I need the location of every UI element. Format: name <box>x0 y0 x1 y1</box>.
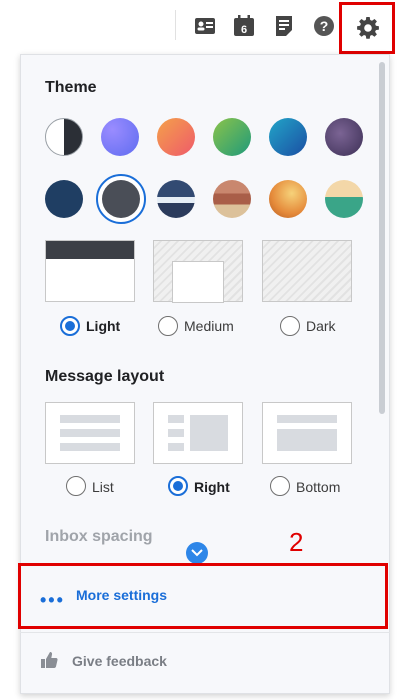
theme-dark-radio[interactable] <box>280 316 300 336</box>
footer-divider <box>20 632 390 633</box>
inbox-spacing-heading: Inbox spacing <box>45 528 153 545</box>
theme-swatch-lighthouse[interactable] <box>325 180 363 218</box>
light-preview-header <box>46 241 134 259</box>
theme-light-label: Light <box>86 318 121 334</box>
theme-swatch-green[interactable] <box>213 118 251 156</box>
svg-text:?: ? <box>320 18 329 34</box>
theme-dark-preview[interactable] <box>262 240 352 302</box>
list-preview-bar <box>60 429 120 437</box>
gear-highlight-box <box>339 2 395 54</box>
notes-icon[interactable] <box>272 14 296 38</box>
list-preview-bar <box>60 415 120 423</box>
contact-card-icon[interactable] <box>193 14 217 38</box>
help-icon[interactable]: ? <box>312 14 336 38</box>
more-settings-highlight-box <box>18 563 388 629</box>
layout-list-preview[interactable] <box>45 402 135 464</box>
theme-medium-radio[interactable] <box>158 316 178 336</box>
calendar-day: 6 <box>241 24 247 36</box>
right-preview-bar <box>168 429 184 437</box>
bottom-preview-bar <box>277 415 337 423</box>
right-preview-bar <box>168 415 184 423</box>
layout-right-radio[interactable] <box>168 476 188 496</box>
theme-swatch-kangaroo[interactable] <box>269 180 307 218</box>
give-feedback-button[interactable]: Give feedback <box>72 653 167 669</box>
thumbs-up-icon[interactable] <box>40 651 58 674</box>
scrollbar[interactable] <box>379 62 385 414</box>
list-preview-bar <box>60 443 120 451</box>
theme-medium-preview[interactable] <box>153 240 243 303</box>
theme-swatch-purple[interactable] <box>325 118 363 156</box>
right-preview-pane <box>190 415 228 451</box>
top-bar-divider <box>175 10 176 40</box>
layout-bottom-radio[interactable] <box>270 476 290 496</box>
theme-swatch-dark-gray[interactable] <box>102 180 140 218</box>
layout-bottom-preview[interactable] <box>262 402 352 464</box>
layout-right-label: Right <box>194 479 230 495</box>
theme-swatch-sunset[interactable] <box>157 118 195 156</box>
theme-swatch-desert[interactable] <box>213 180 251 218</box>
annotation-2: 2 <box>289 527 304 557</box>
layout-bottom-label: Bottom <box>296 479 341 495</box>
theme-light-radio[interactable] <box>60 316 80 336</box>
theme-swatch-ocean[interactable] <box>269 118 307 156</box>
chevron-down-icon[interactable] <box>186 542 208 564</box>
message-layout-heading: Message layout <box>45 368 165 385</box>
layout-list-label: List <box>92 479 114 495</box>
theme-light-preview[interactable] <box>45 240 135 302</box>
theme-dark-label: Dark <box>306 318 336 334</box>
theme-swatch-violet[interactable] <box>101 118 139 156</box>
layout-right-preview[interactable] <box>153 402 243 464</box>
theme-swatch-navy[interactable] <box>45 180 83 218</box>
right-preview-bar <box>168 443 184 451</box>
calendar-icon[interactable]: 6 <box>232 14 256 38</box>
theme-swatch-wave[interactable] <box>157 180 195 218</box>
medium-preview-pane <box>172 261 224 303</box>
theme-heading: Theme <box>45 79 97 96</box>
layout-list-radio[interactable] <box>66 476 86 496</box>
theme-medium-label: Medium <box>184 318 234 334</box>
theme-swatch-contrast[interactable] <box>45 118 83 156</box>
bottom-preview-pane <box>277 429 337 451</box>
